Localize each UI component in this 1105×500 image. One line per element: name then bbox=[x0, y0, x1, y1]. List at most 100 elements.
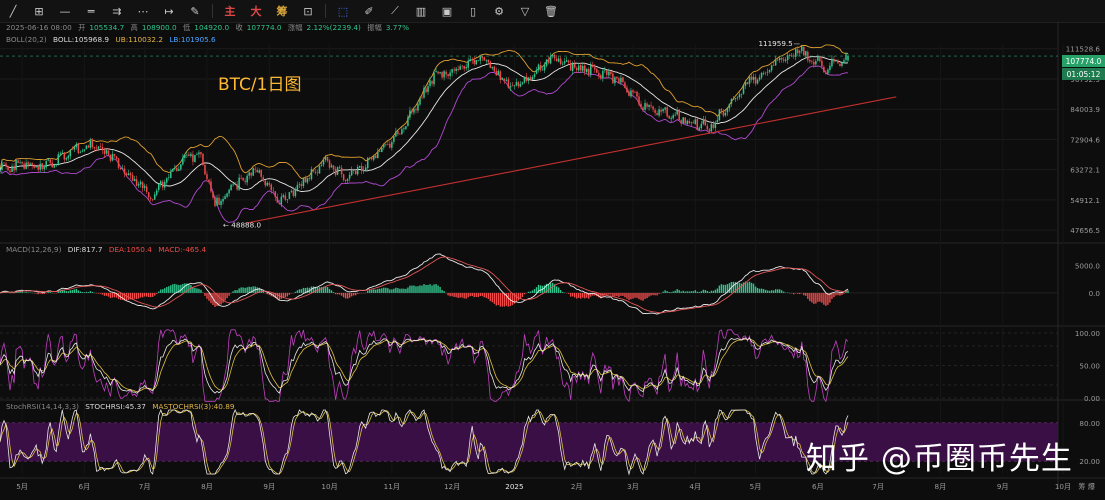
candle-body bbox=[770, 65, 773, 71]
macd-bar bbox=[644, 292, 646, 299]
macd-bar bbox=[240, 287, 242, 293]
candle-body bbox=[666, 107, 668, 117]
candle-body bbox=[272, 190, 275, 192]
candle-body bbox=[690, 122, 693, 123]
macd-bar bbox=[672, 291, 674, 293]
candle-body bbox=[602, 70, 604, 79]
candle-body bbox=[684, 117, 686, 124]
candle-body bbox=[632, 90, 634, 93]
macd-bar bbox=[411, 285, 413, 293]
macd-bar bbox=[196, 288, 198, 293]
candle-body bbox=[35, 166, 37, 168]
candle-body bbox=[668, 115, 670, 119]
macd-bar bbox=[33, 292, 35, 294]
candle-body bbox=[362, 169, 365, 172]
candle-body bbox=[256, 169, 258, 173]
candle-body bbox=[45, 160, 47, 168]
candle-body bbox=[586, 68, 588, 73]
candle-body bbox=[742, 85, 745, 94]
macd-bar bbox=[391, 289, 393, 293]
macd-bar bbox=[162, 289, 164, 293]
candle-body bbox=[772, 64, 775, 66]
macd-bar bbox=[65, 291, 68, 293]
macd-bar bbox=[330, 290, 333, 293]
candle-body bbox=[758, 77, 761, 80]
candle-body bbox=[117, 158, 120, 168]
candle-body bbox=[843, 60, 845, 63]
macd-bar bbox=[302, 287, 305, 293]
macd-bar bbox=[827, 292, 829, 305]
candle-body bbox=[618, 78, 620, 84]
close-value: 107774.0 bbox=[246, 23, 282, 32]
boll-ub-value: UB:110032.2 bbox=[115, 35, 164, 44]
candle-body bbox=[61, 152, 64, 154]
macd-bar bbox=[204, 292, 206, 296]
candle-body bbox=[85, 145, 88, 150]
time-axis-label: 2月 bbox=[571, 482, 583, 491]
macd-bar bbox=[708, 291, 711, 293]
macd-bar bbox=[754, 286, 757, 293]
macd-bar bbox=[620, 292, 622, 296]
macd-bar bbox=[483, 292, 485, 298]
macd-bar bbox=[342, 292, 345, 298]
macd-bar bbox=[507, 292, 510, 307]
candle-body bbox=[250, 172, 252, 176]
candle-body bbox=[473, 60, 476, 64]
macd-bar bbox=[137, 292, 140, 299]
candle-body bbox=[77, 144, 80, 153]
candle-body bbox=[17, 160, 19, 163]
macd-bar bbox=[334, 292, 337, 295]
macd-bar bbox=[170, 285, 172, 293]
macd-bar bbox=[127, 292, 130, 300]
macd-bar bbox=[83, 292, 86, 293]
macd-bar bbox=[521, 292, 524, 298]
macd-bar bbox=[720, 284, 723, 293]
macd-bar bbox=[678, 290, 680, 293]
candle-body bbox=[53, 165, 56, 168]
macd-bar bbox=[296, 290, 299, 293]
macd-label[interactable]: MACD(12,26,9) bbox=[6, 245, 61, 254]
candle-body bbox=[409, 110, 411, 118]
macd-bar bbox=[768, 290, 771, 293]
macd-bar bbox=[636, 292, 638, 298]
macd-bar bbox=[758, 288, 761, 293]
macd-bar bbox=[328, 289, 331, 293]
macd-bar bbox=[692, 291, 694, 293]
candle-body bbox=[622, 77, 624, 82]
candle-body bbox=[543, 65, 546, 71]
macd-bar bbox=[340, 292, 343, 296]
macd-bar bbox=[527, 291, 530, 293]
macd-bar bbox=[443, 291, 445, 293]
macd-bar bbox=[375, 289, 377, 293]
macd-bar bbox=[192, 287, 194, 293]
macd-bar bbox=[628, 292, 630, 301]
candles-group bbox=[0, 45, 849, 209]
macd-bar bbox=[39, 292, 41, 294]
candle-body bbox=[606, 69, 608, 75]
macd-bar bbox=[676, 289, 678, 293]
candle-body bbox=[638, 96, 640, 105]
candle-body bbox=[827, 69, 829, 74]
candle-body bbox=[11, 166, 13, 172]
candle-body bbox=[724, 112, 727, 116]
candle-body bbox=[413, 109, 415, 113]
stochrsi-label[interactable]: StochRSI(14,14,3,3) bbox=[6, 402, 79, 411]
macd-bar bbox=[578, 292, 580, 298]
candle-body bbox=[650, 105, 652, 107]
macd-dif-line bbox=[0, 253, 849, 315]
candle-body bbox=[648, 104, 650, 107]
boll-label[interactable]: BOLL(20,2) bbox=[6, 35, 47, 44]
macd-bar bbox=[479, 292, 481, 297]
watermark: 知乎 @币圈币先生 bbox=[806, 441, 1073, 477]
candle-body bbox=[630, 90, 632, 97]
kdj-axis-label: 100.00 bbox=[1075, 329, 1101, 338]
candle-body bbox=[286, 199, 289, 201]
candle-body bbox=[608, 71, 610, 76]
candle-body bbox=[41, 163, 43, 170]
candle-body bbox=[736, 97, 739, 98]
candle-body bbox=[616, 76, 618, 79]
candle-body bbox=[356, 166, 359, 175]
macd-bar bbox=[166, 287, 168, 293]
candle-body bbox=[133, 178, 136, 182]
candle-body bbox=[168, 177, 170, 178]
